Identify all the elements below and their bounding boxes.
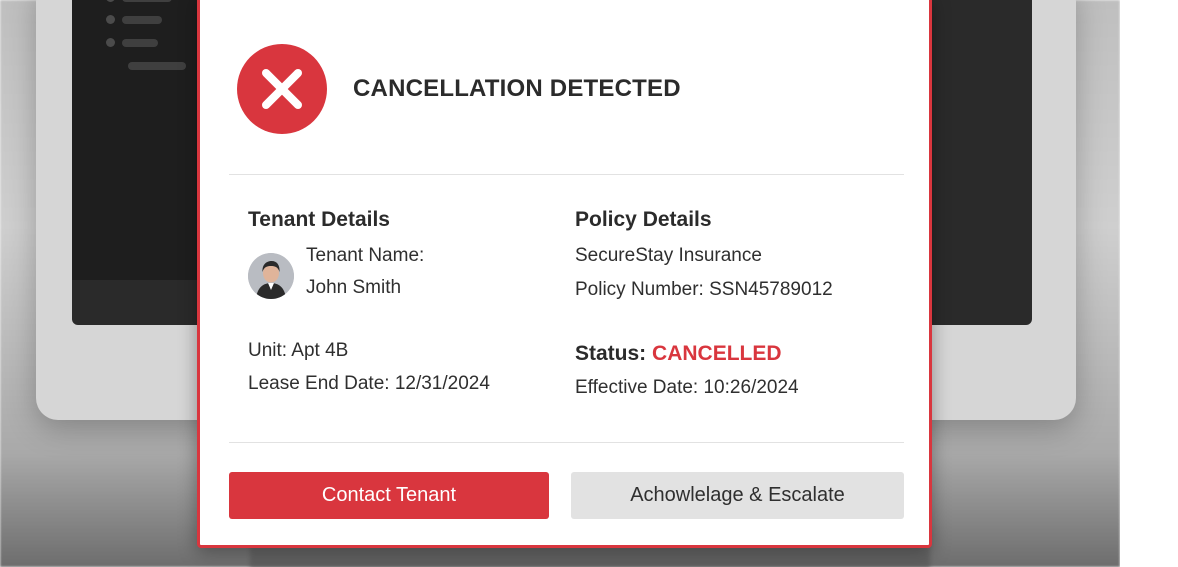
background-dot <box>106 0 115 2</box>
background-line <box>122 16 162 24</box>
contact-tenant-button[interactable]: Contact Tenant <box>229 472 549 519</box>
background-dot <box>106 38 115 47</box>
divider <box>229 174 904 175</box>
lease-end-date: Lease End Date: 12/31/2024 <box>248 373 490 394</box>
status-badge: CANCELLED <box>652 342 782 365</box>
insurance-provider: SecureStay Insurance <box>575 245 762 266</box>
background-sidebar <box>72 0 198 280</box>
divider <box>229 442 904 443</box>
background-dot <box>106 15 115 24</box>
dialog-title: CANCELLATION DETECTED <box>353 75 681 102</box>
background-line <box>128 62 186 70</box>
acknowledge-escalate-button[interactable]: Achowlelage & Escalate <box>571 472 904 519</box>
error-x-icon <box>237 44 327 134</box>
effective-date: Effective Date: 10:26/2024 <box>575 377 799 398</box>
status-label: Status: <box>575 342 647 365</box>
cancellation-dialog: CANCELLATION DETECTED Tenant Details Ten… <box>197 0 932 548</box>
tenant-details-heading: Tenant Details <box>248 208 390 231</box>
unit-text: Unit: Apt 4B <box>248 340 349 361</box>
status-row: Status: CANCELLED <box>575 342 782 366</box>
policy-number: Policy Number: SSN45789012 <box>575 279 833 300</box>
scene: CANCELLATION DETECTED Tenant Details Ten… <box>0 0 1178 567</box>
policy-details-heading: Policy Details <box>575 208 712 231</box>
right-margin <box>1120 0 1178 567</box>
tenant-name-label: Tenant Name: <box>306 245 425 266</box>
background-line <box>122 39 158 47</box>
background-line <box>122 0 172 2</box>
tenant-name-value: John Smith <box>306 277 402 298</box>
tenant-avatar <box>248 253 294 299</box>
